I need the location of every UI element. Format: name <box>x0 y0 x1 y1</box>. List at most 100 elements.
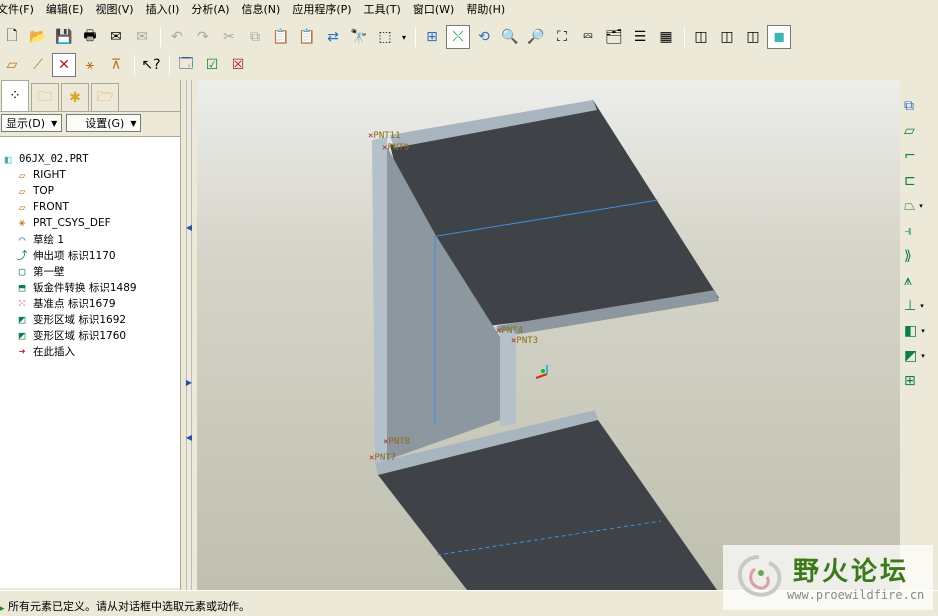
show-dropdown[interactable]: 显示(D) ▼ <box>1 114 63 132</box>
datum-point-label: PNT3 <box>516 336 539 346</box>
corner-relief-icon[interactable]: ⟫ <box>900 244 930 267</box>
unbend-icon[interactable]: ⧉ <box>900 94 930 117</box>
datum-point-pnt3[interactable]: ✕PNT3 <box>511 336 538 346</box>
menu-help[interactable]: 帮助(H) <box>461 0 512 20</box>
datum-axis-display-icon[interactable]: ⟋ <box>26 53 50 77</box>
model-tree-tab[interactable]: ⁘ <box>1 80 29 111</box>
datum-point-display-icon[interactable]: ✕ <box>52 53 76 77</box>
refit-icon[interactable]: ⛶ <box>550 25 574 49</box>
zoom-out-icon[interactable]: 🔎 <box>524 25 548 49</box>
print-icon[interactable]: 🖶 <box>78 25 102 49</box>
tree-item-label: 变形区域 标识1692 <box>33 313 127 326</box>
open-folder-icon[interactable]: 📂 <box>26 25 50 49</box>
rip-icon[interactable]: ⫣ <box>900 219 930 242</box>
no-hidden-icon[interactable]: ◫ <box>741 25 765 49</box>
bend-back-icon[interactable]: ⩚ <box>900 269 930 292</box>
spin-center-icon[interactable]: ⤬ <box>446 25 470 49</box>
menu-insert[interactable]: 插入(I) <box>141 0 187 20</box>
tree-item[interactable]: ⌒ 草绘 1 <box>0 231 180 247</box>
bend-icon[interactable]: ⏢ ▾ <box>900 194 930 217</box>
forum-watermark: 野火论坛 www.proewildfire.cn <box>723 545 933 610</box>
convert-icon[interactable]: ⊞ <box>900 369 930 392</box>
settings-dropdown[interactable]: 设置(G) ▼ <box>66 114 142 132</box>
favorites-tab[interactable]: ✱ <box>61 83 89 111</box>
tree-item[interactable]: ▱ FRONT <box>0 199 180 215</box>
regenerate-icon[interactable]: ⇄ <box>321 25 345 49</box>
layers-icon[interactable]: ☰ <box>628 25 652 49</box>
deform-area-tool-icon[interactable]: ◩ ▾ <box>900 344 930 367</box>
deform-area-icon: ◩ <box>18 328 26 342</box>
context-help-icon[interactable]: ↖? <box>139 53 163 77</box>
datum-point-icon: ⁙ <box>17 296 27 310</box>
flat-wall-icon[interactable]: ⏥ <box>900 119 930 142</box>
repaint-icon[interactable]: ⊞ <box>420 25 444 49</box>
selection-box-icon[interactable]: ⬚ <box>373 25 397 49</box>
activate-window-icon[interactable]: ☑ <box>200 53 224 77</box>
tree-item[interactable]: ▢ 第一壁 <box>0 263 180 279</box>
tree-item[interactable]: ⁙ 基准点 标识1679 <box>0 295 180 311</box>
menu-analysis[interactable]: 分析(A) <box>186 0 236 20</box>
menu-window[interactable]: 窗口(W) <box>408 0 461 20</box>
annotation-display-icon[interactable]: ⊼ <box>104 53 128 77</box>
redo-icon[interactable]: ↷ <box>191 25 215 49</box>
menu-edit[interactable]: 编辑(E) <box>41 0 91 20</box>
tree-item[interactable]: ◩ 变形区域 标识1760 <box>0 327 180 343</box>
mail-attach-icon[interactable]: ✉ <box>130 25 154 49</box>
view-manager-icon[interactable]: ▦ <box>654 25 678 49</box>
edge-rip-icon[interactable]: ◧ ▾ <box>900 319 930 342</box>
datum-plane-display-icon[interactable]: ⏥ <box>0 53 24 77</box>
datum-point-label: PNT8 <box>388 437 411 447</box>
undo-icon[interactable]: ↶ <box>165 25 189 49</box>
cut-icon[interactable]: ✂ <box>217 25 241 49</box>
tree-root[interactable]: ◧ 06JX_02.PRT <box>0 151 180 167</box>
shading-icon[interactable]: ◼ <box>767 25 791 49</box>
copy-icon[interactable]: ⧉ <box>243 25 267 49</box>
datum-point-pnt11[interactable]: ✕PNT11 <box>368 131 401 141</box>
menu-tools[interactable]: 工具(T) <box>359 0 408 20</box>
chevron-down-icon[interactable]: ▾ <box>399 25 409 49</box>
wireframe-icon[interactable]: ◫ <box>689 25 713 49</box>
flatten-icon[interactable]: ⊥ ▾ <box>900 294 930 317</box>
datum-point-pnt9[interactable]: ✕PNT9 <box>382 143 409 153</box>
saved-views-icon[interactable]: 🗂 <box>602 25 626 49</box>
tree-item[interactable]: ⚹ PRT_CSYS_DEF <box>0 215 180 231</box>
tree-item[interactable]: ⤴ 伸出项 标识1170 <box>0 247 180 263</box>
paste-special-icon[interactable]: 📋 <box>295 25 319 49</box>
tree-item[interactable]: ▱ TOP <box>0 183 180 199</box>
flange-wall-icon[interactable]: ⌐ <box>900 144 930 167</box>
paste-icon[interactable]: 📋 <box>269 25 293 49</box>
send-mail-icon[interactable]: ✉ <box>104 25 128 49</box>
datum-point-pnt8[interactable]: ✕PNT8 <box>383 437 410 447</box>
extend-wall-icon[interactable]: ⊏ <box>900 169 930 192</box>
find-icon[interactable]: 🔭 <box>347 25 371 49</box>
menu-applications[interactable]: 应用程序(P) <box>287 0 358 20</box>
window-icon[interactable]: 🗔 <box>174 53 198 77</box>
orient-mode-icon[interactable]: ⟲ <box>472 25 496 49</box>
csys-display-icon[interactable]: ⚹ <box>78 53 102 77</box>
tree-item[interactable]: ⬒ 钣金件转换 标识1489 <box>0 279 180 295</box>
menu-info[interactable]: 信息(N) <box>237 0 288 20</box>
hidden-line-icon[interactable]: ◫ <box>715 25 739 49</box>
splitter-bar[interactable] <box>186 80 192 590</box>
graphics-viewport[interactable]: ✕PNT11 ✕PNT9 ✕PNT4 ✕PNT3 ✕PNT8 ✕PNT7 <box>197 80 900 590</box>
tree-item[interactable]: ▱ RIGHT <box>0 167 180 183</box>
collapse-arrow-icon[interactable]: ◀ <box>185 432 193 444</box>
close-window-icon[interactable]: ☒ <box>226 53 250 77</box>
menu-bar: 文件(F) 编辑(E) 视图(V) 插入(I) 分析(A) 信息(N) 应用程序… <box>0 0 938 20</box>
connections-tab[interactable]: 🗁 <box>91 83 119 111</box>
panel-splitter[interactable]: ◀ ▶ ◀ <box>181 80 197 590</box>
new-file-icon[interactable]: 🗋 <box>0 25 24 49</box>
collapse-arrow-icon[interactable]: ◀ <box>185 222 193 234</box>
menu-file[interactable]: 文件(F) <box>0 0 41 20</box>
tree-item[interactable]: ➜ 在此插入 <box>0 343 180 359</box>
datum-point-pnt7[interactable]: ✕PNT7 <box>369 453 396 463</box>
expand-arrow-icon[interactable]: ▶ <box>185 377 193 389</box>
zoom-in-icon[interactable]: 🔍 <box>498 25 522 49</box>
menu-view[interactable]: 视图(V) <box>90 0 140 20</box>
folder-browser-tab[interactable]: 🗀 <box>31 83 59 111</box>
toolbar-divider <box>415 27 416 47</box>
reorient-icon[interactable]: ⮹ <box>576 25 600 49</box>
tree-item[interactable]: ◩ 变形区域 标识1692 <box>0 311 180 327</box>
datum-point-pnt4[interactable]: ✕PNT4 <box>496 326 523 336</box>
save-icon[interactable]: 💾 <box>52 25 76 49</box>
